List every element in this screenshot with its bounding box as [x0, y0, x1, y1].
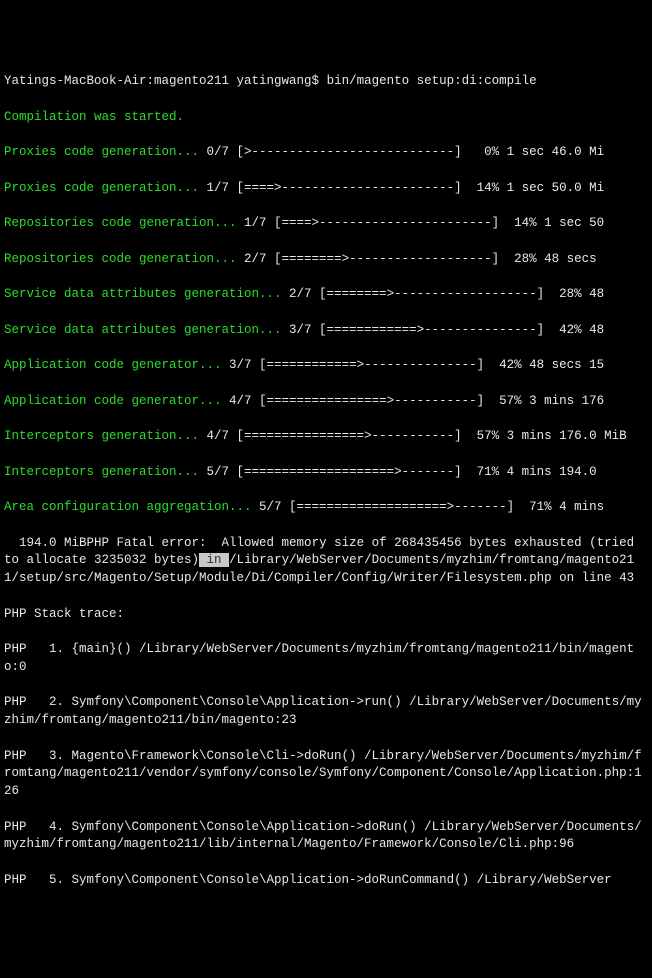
progress-text: 4/7 [================>-----------] 57% 3… — [207, 429, 627, 443]
output-line: Application code generator... 4/7 [=====… — [4, 393, 648, 411]
status-text: Repositories code generation... — [4, 216, 244, 230]
output-line: Service data attributes generation... 2/… — [4, 286, 648, 304]
status-text: Repositories code generation... — [4, 252, 244, 266]
progress-text: 0/7 [>---------------------------] 0% 1 … — [207, 145, 605, 159]
status-text: Proxies code generation... — [4, 145, 207, 159]
output-line: Application code generator... 3/7 [=====… — [4, 357, 648, 375]
status-text: Application code generator... — [4, 394, 229, 408]
prompt-line: Yatings-MacBook-Air:magento211 yatingwan… — [4, 73, 648, 91]
status-text: Service data attributes generation... — [4, 323, 289, 337]
output-line: Proxies code generation... 1/7 [====>---… — [4, 180, 648, 198]
progress-text: 1/7 [====>-----------------------] 14% 1… — [207, 181, 605, 195]
output-line: Area configuration aggregation... 5/7 [=… — [4, 499, 648, 517]
output-line: Service data attributes generation... 3/… — [4, 322, 648, 340]
status-text: Service data attributes generation... — [4, 287, 289, 301]
output-line: Interceptors generation... 5/7 [========… — [4, 464, 648, 482]
status-text: Application code generator... — [4, 358, 229, 372]
trace-line: PHP 4. Symfony\Component\Console\Applica… — [4, 819, 648, 855]
error-line: 194.0 MiBPHP Fatal error: Allowed memory… — [4, 535, 648, 588]
trace-line: PHP 1. {main}() /Library/WebServer/Docum… — [4, 641, 648, 677]
trace-header: PHP Stack trace: — [4, 606, 648, 624]
prompt-host: Yatings-MacBook-Air:magento211 yatingwan… — [4, 74, 327, 88]
selected-text[interactable]: in — [199, 553, 229, 567]
output-line: Interceptors generation... 4/7 [========… — [4, 428, 648, 446]
status-text: Area configuration aggregation... — [4, 500, 259, 514]
trace-line: PHP 5. Symfony\Component\Console\Applica… — [4, 872, 648, 890]
prompt-command[interactable]: bin/magento setup:di:compile — [327, 74, 537, 88]
progress-text: 3/7 [============>---------------] 42% 4… — [289, 323, 604, 337]
progress-text: 4/7 [================>-----------] 57% 3… — [229, 394, 604, 408]
output-line: Repositories code generation... 1/7 [===… — [4, 215, 648, 233]
progress-text: 5/7 [====================>-------] 71% 4… — [259, 500, 604, 514]
trace-line: PHP 2. Symfony\Component\Console\Applica… — [4, 694, 648, 730]
status-text: Interceptors generation... — [4, 429, 207, 443]
output-line: Proxies code generation... 0/7 [>-------… — [4, 144, 648, 162]
progress-text: 3/7 [============>---------------] 42% 4… — [229, 358, 604, 372]
trace-line: PHP 3. Magento\Framework\Console\Cli->do… — [4, 748, 648, 801]
progress-text: 2/7 [========>-------------------] 28% 4… — [289, 287, 604, 301]
progress-text: 5/7 [====================>-------] 71% 4… — [207, 465, 597, 479]
progress-text: 1/7 [====>-----------------------] 14% 1… — [244, 216, 604, 230]
status-text: Compilation was started. — [4, 110, 184, 124]
status-text: Interceptors generation... — [4, 465, 207, 479]
progress-text: 2/7 [========>-------------------] 28% 4… — [244, 252, 597, 266]
output-line: Repositories code generation... 2/7 [===… — [4, 251, 648, 269]
output-line: Compilation was started. — [4, 109, 648, 127]
status-text: Proxies code generation... — [4, 181, 207, 195]
